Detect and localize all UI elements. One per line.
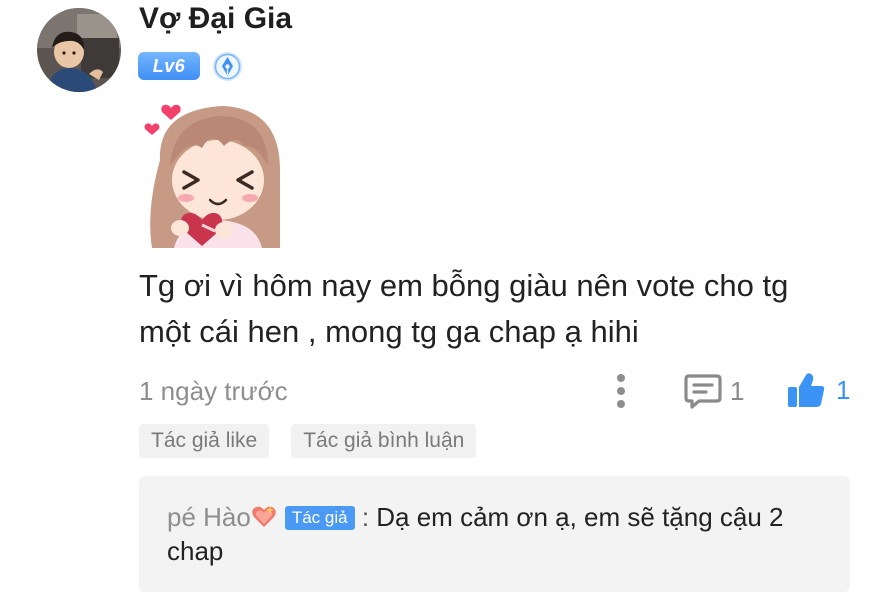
comment-card: Vợ Đại Gia Lv6 Tg ơi vì hôm nay em bỗng … bbox=[0, 0, 886, 600]
like-button[interactable]: 1 bbox=[786, 370, 850, 410]
reply-button[interactable]: 1 bbox=[684, 372, 744, 410]
user-avatar-photo bbox=[37, 8, 121, 92]
author-replied-chip: Tác giả bình luận bbox=[291, 424, 477, 458]
author-liked-chip: Tác giả like bbox=[139, 424, 270, 458]
comment-icon bbox=[684, 374, 722, 409]
anime-girl-holding-heart-sticker bbox=[140, 100, 285, 248]
reply-preview[interactable]: pé Hào Tác giả : Dạ em cảm ơn ạ, em sẽ t… bbox=[139, 476, 850, 592]
sparkling-heart-icon bbox=[251, 504, 277, 530]
reply-count: 1 bbox=[730, 375, 745, 406]
reply-body: pé Hào Tác giả : Dạ em cảm ơn ạ, em sẽ t… bbox=[167, 500, 837, 568]
level-badge: Lv6 bbox=[138, 52, 200, 80]
author-badge: Tác giả bbox=[284, 506, 355, 530]
author-action-chips: Tác giả like Tác giả bình luận bbox=[139, 424, 477, 458]
username[interactable]: Vợ Đại Gia bbox=[139, 2, 292, 36]
timestamp: 1 ngày trước bbox=[139, 376, 288, 406]
like-count: 1 bbox=[836, 374, 851, 405]
reply-username[interactable]: pé Hào bbox=[167, 502, 251, 532]
more-options-button[interactable] bbox=[608, 372, 634, 410]
pen-nib-medal-icon bbox=[212, 51, 243, 82]
comment-text: Tg ơi vì hôm nay em bỗng giàu nên vote c… bbox=[139, 268, 789, 349]
user-avatar[interactable] bbox=[37, 8, 121, 92]
more-vertical-icon bbox=[617, 374, 625, 408]
reply-separator: : bbox=[354, 502, 377, 532]
comment-meta-bar: 1 ngày trước 1 1 bbox=[0, 370, 886, 414]
thumbs-up-icon bbox=[788, 373, 825, 407]
